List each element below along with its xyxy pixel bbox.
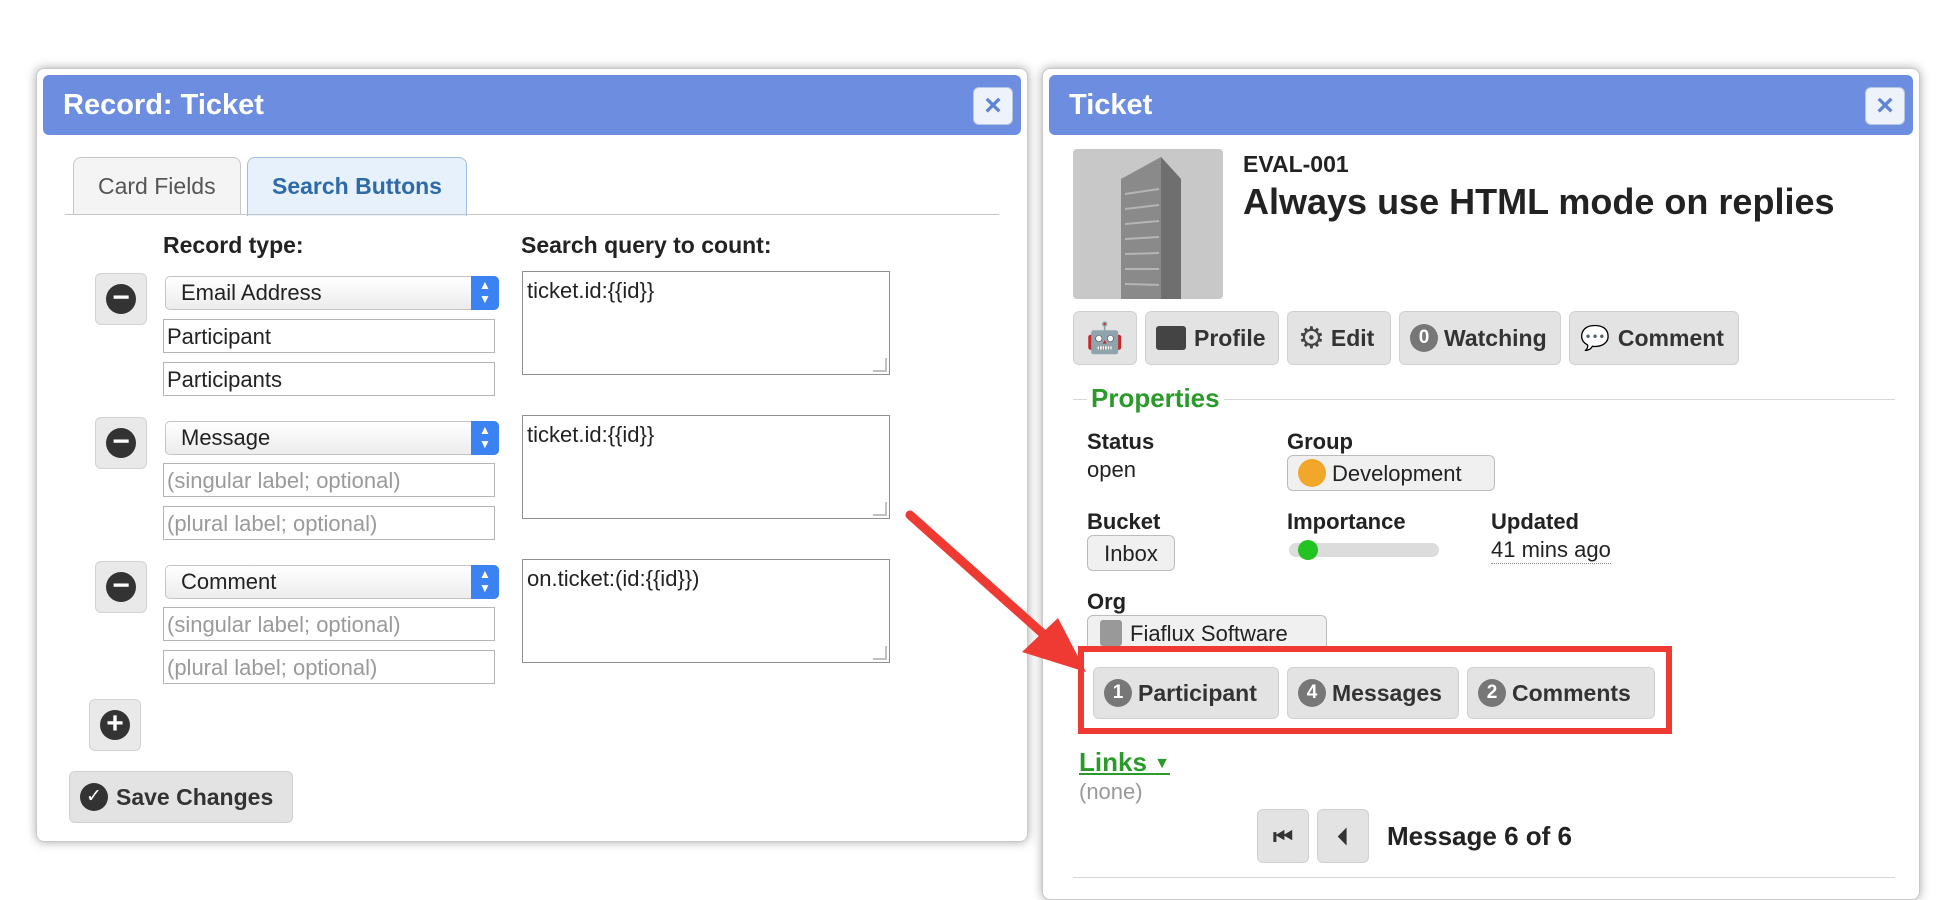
arrow-shaft bbox=[905, 510, 1055, 645]
highlight-frame bbox=[1078, 646, 1672, 734]
annotation-arrow bbox=[905, 510, 1086, 672]
